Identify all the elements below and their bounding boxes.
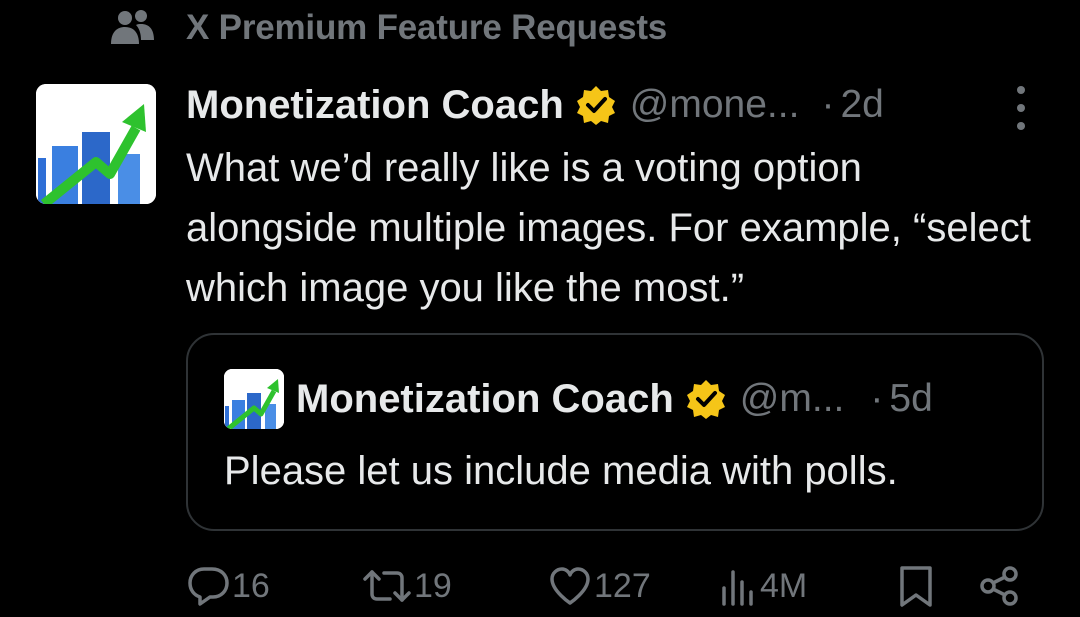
repost-button[interactable]: 19: [362, 560, 452, 612]
verified-badge-icon: [686, 379, 726, 419]
like-count: 127: [594, 566, 651, 605]
repost-icon: [362, 564, 412, 608]
quote-header: Monetization Coach @m... · 5d: [296, 369, 933, 429]
quote-author-handle: @m...: [739, 377, 845, 420]
like-icon: [548, 564, 592, 608]
quote-avatar: [224, 369, 284, 429]
bookmark-button[interactable]: [896, 560, 936, 612]
author-handle[interactable]: @mone...: [630, 83, 800, 127]
reply-button[interactable]: 16: [186, 560, 270, 612]
action-bar: 16 19 127 4M: [186, 560, 1046, 612]
reply-count: 16: [232, 566, 270, 605]
more-vertical-icon[interactable]: [1006, 86, 1036, 130]
quote-text: Please let us include media with polls.: [224, 449, 898, 493]
separator-dot: ·: [821, 83, 835, 126]
like-button[interactable]: 127: [548, 560, 651, 612]
bookmark-icon: [896, 564, 936, 608]
views-count: 4M: [760, 566, 808, 605]
people-icon: [108, 8, 156, 48]
author-name[interactable]: Monetization Coach: [186, 83, 564, 128]
views-button[interactable]: 4M: [718, 560, 807, 612]
share-icon: [978, 564, 1022, 608]
verified-badge-icon: [576, 85, 616, 125]
views-icon: [718, 564, 758, 608]
reply-icon: [186, 564, 230, 608]
community-name[interactable]: X Premium Feature Requests: [186, 8, 667, 48]
social-context: X Premium Feature Requests: [108, 6, 667, 50]
avatar[interactable]: [36, 84, 156, 204]
separator-dot: ·: [870, 377, 884, 420]
share-button[interactable]: [978, 560, 1022, 612]
post-time[interactable]: 2d: [840, 83, 883, 127]
post-header: Monetization Coach @mone... · 2d: [186, 78, 884, 132]
post-text: What we’d really like is a voting option…: [186, 146, 1031, 310]
quote-time: 5d: [889, 377, 933, 420]
quoted-post[interactable]: Monetization Coach @m... · 5d Please let…: [186, 333, 1044, 531]
repost-count: 19: [414, 566, 452, 605]
quote-author-name: Monetization Coach: [296, 376, 674, 421]
